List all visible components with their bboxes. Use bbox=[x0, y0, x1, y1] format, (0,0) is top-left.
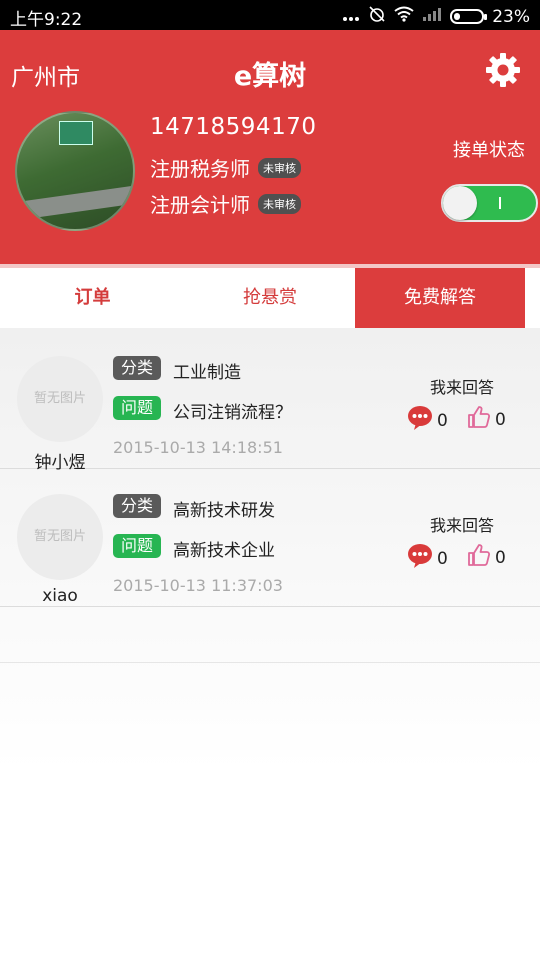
like-count-value: 0 bbox=[495, 409, 506, 430]
status-icons: 23% bbox=[342, 5, 530, 28]
answer-button[interactable]: 我来回答 bbox=[430, 374, 494, 398]
order-status-toggle[interactable] bbox=[441, 184, 538, 222]
accountant-badge: 未审核 bbox=[258, 193, 301, 214]
comment-count[interactable]: 0 bbox=[407, 543, 448, 574]
like-count[interactable]: 0 bbox=[467, 405, 506, 434]
question-date: 2015-10-13 14:18:51 bbox=[113, 438, 283, 457]
tab-orders[interactable]: 订单 bbox=[0, 268, 185, 328]
user-photo-placeholder: 暂无图片 bbox=[17, 356, 103, 442]
question-tag: 问题 bbox=[113, 396, 162, 420]
order-status-label: 接单状态 bbox=[453, 140, 525, 161]
tab-free-answer[interactable]: 免费解答 bbox=[355, 268, 525, 328]
accountant-row: 注册会计师 未审核 bbox=[150, 189, 301, 218]
answer-button[interactable]: 我来回答 bbox=[430, 512, 494, 536]
comment-count[interactable]: 0 bbox=[407, 405, 448, 436]
category-tag: 分类 bbox=[113, 494, 162, 518]
comment-count-value: 0 bbox=[437, 548, 448, 569]
status-bar: 上午9:22 23% bbox=[0, 0, 540, 30]
more-dots-icon bbox=[342, 7, 360, 27]
question-date: 2015-10-13 11:37:03 bbox=[113, 576, 283, 595]
avatar-road bbox=[17, 182, 133, 222]
question-text: 公司注销流程？ bbox=[173, 403, 292, 423]
tax-advisor-badge: 未审核 bbox=[258, 157, 301, 178]
thumbs-up-icon bbox=[467, 543, 491, 572]
question-list: 暂无图片 钟小煜 分类 工业制造 问题 公司注销流程？ 2015-10-13 1… bbox=[0, 328, 540, 960]
question-item[interactable]: 暂无图片 xiao 分类 高新技术研发 问题 高新技术企业 2015-10-13… bbox=[0, 470, 540, 607]
like-count[interactable]: 0 bbox=[467, 543, 506, 572]
comment-bubble-icon bbox=[407, 405, 433, 436]
signal-icon bbox=[422, 6, 442, 27]
category-tag: 分类 bbox=[113, 356, 162, 380]
tab-bar: 订单 抢悬赏 免费解答 bbox=[0, 268, 540, 328]
thumbs-up-icon bbox=[467, 405, 491, 434]
tab-bounty[interactable]: 抢悬赏 bbox=[185, 268, 355, 328]
comment-bubble-icon bbox=[407, 543, 433, 574]
accountant-label: 注册会计师 bbox=[150, 193, 250, 217]
comment-count-value: 0 bbox=[437, 410, 448, 431]
app-title: e算树 bbox=[233, 61, 307, 92]
tax-advisor-label: 注册税务师 bbox=[150, 157, 250, 181]
alarm-off-icon bbox=[368, 5, 386, 28]
status-time: 上午9:22 bbox=[10, 10, 83, 30]
settings-gear-icon[interactable] bbox=[485, 52, 521, 88]
question-tag: 问题 bbox=[113, 534, 162, 558]
category-value: 高新技术研发 bbox=[173, 501, 275, 521]
toggle-on-mark bbox=[499, 197, 501, 209]
wifi-icon bbox=[394, 6, 414, 27]
category-value: 工业制造 bbox=[173, 363, 241, 383]
tax-advisor-row: 注册税务师 未审核 bbox=[150, 153, 301, 182]
question-text: 高新技术企业 bbox=[173, 541, 275, 561]
user-avatar[interactable] bbox=[15, 111, 135, 231]
toggle-knob bbox=[443, 186, 477, 220]
avatar-road-sign bbox=[59, 121, 93, 145]
battery-icon bbox=[450, 9, 488, 24]
like-count-value: 0 bbox=[495, 547, 506, 568]
question-item[interactable]: 暂无图片 钟小煜 分类 工业制造 问题 公司注销流程？ 2015-10-13 1… bbox=[0, 332, 540, 473]
battery-percent: 23% bbox=[492, 6, 530, 27]
user-phone: 14718594170 bbox=[150, 114, 317, 140]
list-end-divider bbox=[0, 662, 540, 663]
username: xiao bbox=[42, 586, 78, 606]
user-photo-placeholder: 暂无图片 bbox=[17, 494, 103, 580]
profile-header: 广州市 e算树 14718594170 注册税务师 未审核 注册会计师 未审核 … bbox=[0, 30, 540, 264]
